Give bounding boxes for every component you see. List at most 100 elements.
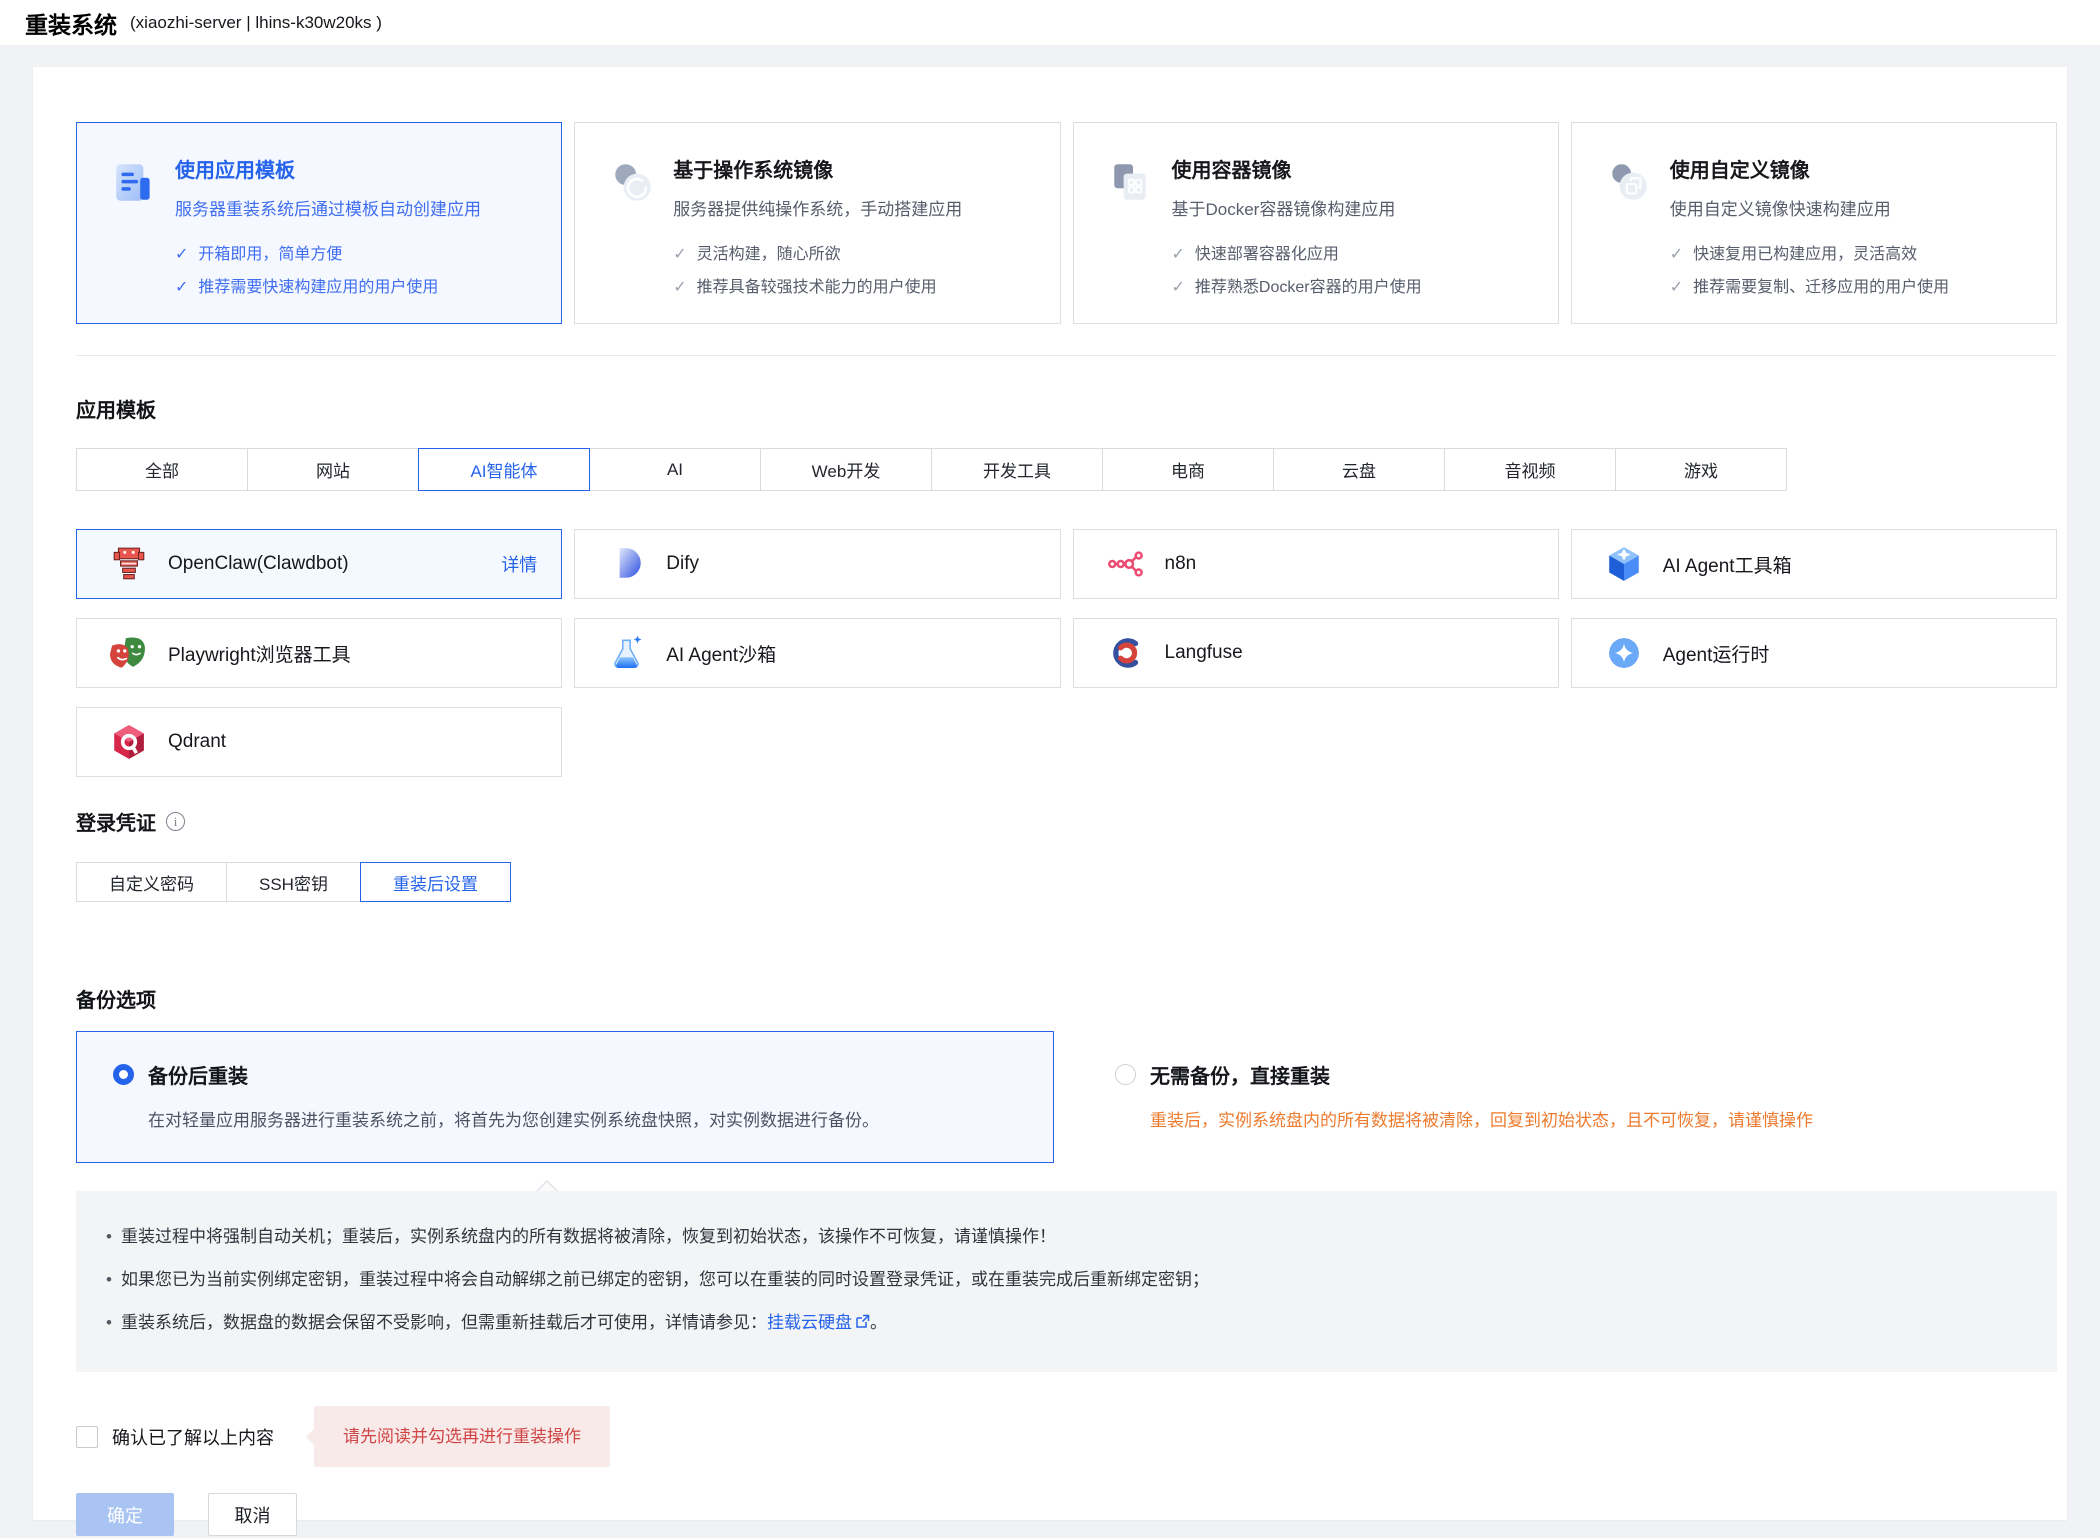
tab-ai-agent[interactable]: AI智能体 — [418, 448, 590, 491]
container-image-icon — [1108, 159, 1156, 207]
template-label: Agent运行时 — [1663, 640, 1770, 667]
template-card-ai-agent-sandbox[interactable]: AI Agent沙箱 — [574, 618, 1060, 688]
qdrant-icon — [110, 723, 148, 761]
backup-options-heading: 备份选项 — [76, 984, 2057, 1013]
template-label: Qdrant — [168, 731, 226, 753]
backup-option-title: 备份后重装 — [148, 1060, 248, 1089]
template-card-n8n[interactable]: n8n — [1073, 529, 1559, 599]
info-icon[interactable]: i — [166, 812, 185, 831]
tab-audio-video[interactable]: 音视频 — [1444, 448, 1616, 491]
backup-option-no-backup[interactable]: 无需备份，直接重装 重装后，实例系统盘内的所有数据将被清除，回复到初始状态，且不… — [1078, 1031, 2057, 1163]
method-title: 使用容器镜像 — [1172, 159, 1422, 183]
method-title: 使用自定义镜像 — [1670, 159, 1949, 183]
template-card-ai-agent-toolbox[interactable]: AI Agent工具箱 — [1571, 529, 2057, 599]
radio-unselected-icon[interactable] — [1115, 1064, 1136, 1085]
template-card-qdrant[interactable]: Qdrant — [76, 707, 562, 777]
check-icon: ✓ — [175, 271, 188, 304]
note-line: •重装系统后，数据盘的数据会保留不受影响，但需重新挂载后才可使用，详情请参见：挂… — [106, 1301, 2027, 1344]
os-image-icon — [609, 159, 657, 207]
confirm-warning-tooltip: 请先阅读并勾选再进行重装操作 — [314, 1406, 610, 1467]
check-icon: ✓ — [175, 238, 188, 271]
app-templates-heading: 应用模板 — [76, 394, 2057, 423]
template-category-tabs: 全部 网站 AI智能体 AI Web开发 开发工具 电商 云盘 音视频 游戏 — [76, 448, 2057, 491]
section-divider — [76, 355, 2057, 356]
method-card-app-template[interactable]: 使用应用模板 服务器重装系统后通过模板自动创建应用 ✓ 开箱即用，简单方便 ✓ 推荐… — [76, 122, 562, 324]
confirm-button[interactable]: 确定 — [76, 1493, 174, 1536]
template-label: AI Agent工具箱 — [1663, 551, 1792, 578]
method-point: 推荐熟悉Docker容器的用户使用 — [1195, 271, 1422, 304]
app-template-icon — [111, 159, 159, 207]
custom-image-icon — [1606, 159, 1654, 207]
template-label: Dify — [666, 553, 699, 575]
check-icon: ✓ — [1670, 238, 1683, 271]
template-card-agent-runtime[interactable]: Agent运行时 — [1571, 618, 2057, 688]
template-label: AI Agent沙箱 — [666, 640, 776, 667]
method-point: 开箱即用，简单方便 — [198, 238, 342, 271]
method-point: 快速部署容器化应用 — [1195, 238, 1339, 271]
note-line: •重装过程中将强制自动关机；重装后，实例系统盘内的所有数据将被清除，恢复到初始状… — [106, 1215, 2027, 1258]
tab-ai[interactable]: AI — [589, 448, 761, 491]
backup-option-title: 无需备份，直接重装 — [1150, 1060, 1330, 1089]
check-icon: ✓ — [673, 238, 686, 271]
method-desc: 基于Docker容器镜像构建应用 — [1172, 195, 1422, 220]
agent-runtime-icon — [1605, 634, 1643, 672]
template-label: OpenClaw(Clawdbot) — [168, 553, 349, 575]
bullet-icon: • — [106, 1227, 112, 1246]
n8n-icon — [1107, 545, 1145, 583]
method-desc: 服务器重装系统后通过模板自动创建应用 — [175, 195, 481, 220]
check-icon: ✓ — [1172, 271, 1185, 304]
tab-set-after-reinstall[interactable]: 重装后设置 — [360, 862, 511, 902]
mount-cloud-disk-link[interactable]: 挂载云硬盘 — [767, 1313, 852, 1332]
method-point: 推荐需要复制、迁移应用的用户使用 — [1693, 271, 1949, 304]
backup-option-backup-first[interactable]: 备份后重装 在对轻量应用服务器进行重装系统之前，将首先为您创建实例系统盘快照，对… — [76, 1031, 1054, 1163]
tab-custom-password[interactable]: 自定义密码 — [76, 862, 227, 902]
tab-dev-tools[interactable]: 开发工具 — [931, 448, 1103, 491]
method-point: 推荐需要快速构建应用的用户使用 — [198, 271, 438, 304]
method-card-container-image[interactable]: 使用容器镜像 基于Docker容器镜像构建应用 ✓ 快速部署容器化应用 ✓ 推荐熟悉… — [1073, 122, 1559, 324]
tab-ecommerce[interactable]: 电商 — [1102, 448, 1274, 491]
tab-ssh-key[interactable]: SSH密钥 — [226, 862, 361, 902]
method-desc: 使用自定义镜像快速构建应用 — [1670, 195, 1949, 220]
template-card-langfuse[interactable]: Langfuse — [1073, 618, 1559, 688]
method-title: 基于操作系统镜像 — [673, 159, 962, 183]
backup-option-desc: 在对轻量应用服务器进行重装系统之前，将首先为您创建实例系统盘快照，对实例数据进行… — [148, 1106, 1053, 1131]
confirm-checkbox-label[interactable]: 确认已了解以上内容 — [112, 1424, 274, 1450]
tab-website[interactable]: 网站 — [247, 448, 419, 491]
external-link-icon — [855, 1314, 870, 1329]
method-card-os-image[interactable]: 基于操作系统镜像 服务器提供纯操作系统，手动搭建应用 ✓灵活构建，随心所欲 ✓推… — [574, 122, 1060, 324]
method-desc: 服务器提供纯操作系统，手动搭建应用 — [673, 195, 962, 220]
tab-all[interactable]: 全部 — [76, 448, 248, 491]
page-header: 重装系统 (xiaozhi-server | lhins-k30w20ks ) — [0, 0, 2100, 45]
template-card-openclaw[interactable]: OpenClaw(Clawdbot) 详情 — [76, 529, 562, 599]
credential-tabs: 自定义密码 SSH密钥 重装后设置 — [76, 862, 2057, 902]
template-card-playwright[interactable]: Playwright浏览器工具 — [76, 618, 562, 688]
langfuse-icon — [1107, 634, 1145, 672]
playwright-icon — [110, 634, 148, 672]
reinstall-panel: 使用应用模板 服务器重装系统后通过模板自动创建应用 ✓ 开箱即用，简单方便 ✓ 推荐… — [33, 67, 2067, 1520]
radio-selected-icon[interactable] — [113, 1064, 134, 1085]
cancel-button[interactable]: 取消 — [208, 1493, 297, 1536]
bullet-icon: • — [106, 1313, 112, 1332]
template-label: n8n — [1165, 553, 1197, 575]
method-point: 灵活构建，随心所欲 — [697, 238, 841, 271]
install-method-cards: 使用应用模板 服务器重装系统后通过模板自动创建应用 ✓ 开箱即用，简单方便 ✓ 推荐… — [76, 122, 2057, 324]
openclaw-icon — [110, 545, 148, 583]
tab-web-dev[interactable]: Web开发 — [760, 448, 932, 491]
confirm-checkbox[interactable] — [76, 1426, 98, 1448]
ai-agent-toolbox-icon — [1605, 545, 1643, 583]
method-point: 推荐具备较强技术能力的用户使用 — [697, 271, 937, 304]
tab-games[interactable]: 游戏 — [1615, 448, 1787, 491]
tab-cloud-disk[interactable]: 云盘 — [1273, 448, 1445, 491]
method-card-custom-image[interactable]: 使用自定义镜像 使用自定义镜像快速构建应用 ✓快速复用已构建应用，灵活高效 ✓推… — [1571, 122, 2057, 324]
template-detail-link[interactable]: 详情 — [501, 551, 537, 577]
backup-warning-text: 重装后，实例系统盘内的所有数据将被清除，回复到初始状态，且不可恢复，请谨慎操作 — [1150, 1106, 2056, 1131]
ai-agent-sandbox-icon — [608, 634, 646, 672]
page-title: 重装系统 — [25, 6, 117, 40]
template-card-dify[interactable]: Dify — [574, 529, 1060, 599]
template-label: Playwright浏览器工具 — [168, 640, 351, 667]
instance-identifier: (xiaozhi-server | lhins-k30w20ks ) — [130, 13, 382, 33]
method-title: 使用应用模板 — [175, 159, 481, 183]
login-credential-heading: 登录凭证 i — [76, 807, 2057, 836]
method-point: 快速复用已构建应用，灵活高效 — [1693, 238, 1917, 271]
check-icon: ✓ — [1172, 238, 1185, 271]
